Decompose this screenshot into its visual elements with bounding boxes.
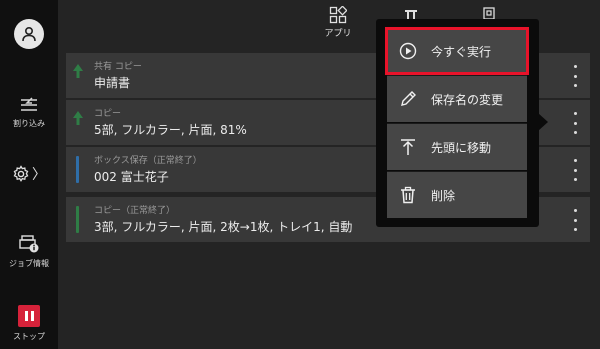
- settings-button[interactable]: 〉: [0, 164, 58, 184]
- apps-grid-icon: [329, 6, 347, 24]
- interrupt-icon: [21, 97, 37, 111]
- left-sidebar: 割り込み 〉 ジョブ情報 ストップ: [0, 0, 58, 349]
- play-circle-icon: [399, 42, 417, 60]
- gear-icon: [13, 165, 29, 182]
- job-description: 申請書: [94, 76, 131, 90]
- rename-label: 保存名の変更: [431, 92, 504, 107]
- rename-menu-item[interactable]: 保存名の変更: [387, 76, 527, 122]
- job-info-button[interactable]: ジョブ情報: [0, 234, 58, 269]
- move-to-top-menu-item[interactable]: 先頭に移動: [387, 124, 527, 170]
- pause-icon: [18, 305, 40, 327]
- chevron-right-icon: 〉: [32, 167, 46, 183]
- apps-label: アプリ: [324, 29, 352, 39]
- more-options-icon[interactable]: [570, 209, 580, 231]
- interrupt-button[interactable]: 割り込み: [0, 96, 58, 129]
- apps-button[interactable]: アプリ: [320, 6, 356, 39]
- run-now-label: 今すぐ実行: [431, 44, 492, 59]
- stop-button[interactable]: ストップ: [0, 305, 58, 342]
- context-menu-pointer: [538, 113, 548, 131]
- job-info-label: ジョブ情報: [9, 259, 49, 268]
- job-description: 3部, フルカラー, 片面, 2枚→1枚, トレイ1, 自動: [94, 220, 353, 234]
- job-type-label: コピー（正常終了）: [94, 206, 176, 216]
- tree-icon: [73, 64, 83, 78]
- user-avatar-button[interactable]: [14, 19, 44, 49]
- job-type-label: 共有 コピー: [94, 62, 142, 72]
- status-bar: [76, 156, 79, 183]
- delete-menu-item[interactable]: 削除: [387, 172, 527, 218]
- more-options-icon[interactable]: [570, 159, 580, 181]
- move-to-top-icon: [399, 138, 417, 156]
- more-options-icon[interactable]: [570, 112, 580, 134]
- interrupt-label: 割り込み: [13, 119, 45, 128]
- delete-label: 削除: [431, 188, 456, 203]
- status-bar: [76, 206, 79, 233]
- job-description: 5部, フルカラー, 片面, 81%: [94, 123, 247, 137]
- job-type-label: ボックス保存（正常終了）: [94, 156, 202, 166]
- scanner-icon: [483, 7, 495, 20]
- trash-icon: [399, 186, 417, 204]
- more-options-icon[interactable]: [570, 65, 580, 87]
- tree-icon: [73, 111, 83, 125]
- run-now-menu-item[interactable]: 今すぐ実行: [387, 28, 527, 74]
- job-type-label: コピー: [94, 109, 122, 119]
- copier-icon: [405, 10, 417, 19]
- job-description: 002 富士花子: [94, 170, 169, 184]
- move-to-top-label: 先頭に移動: [431, 140, 492, 155]
- user-icon: [22, 26, 36, 42]
- job-info-icon: [19, 235, 39, 253]
- pencil-icon: [399, 90, 417, 108]
- stop-label: ストップ: [13, 332, 45, 341]
